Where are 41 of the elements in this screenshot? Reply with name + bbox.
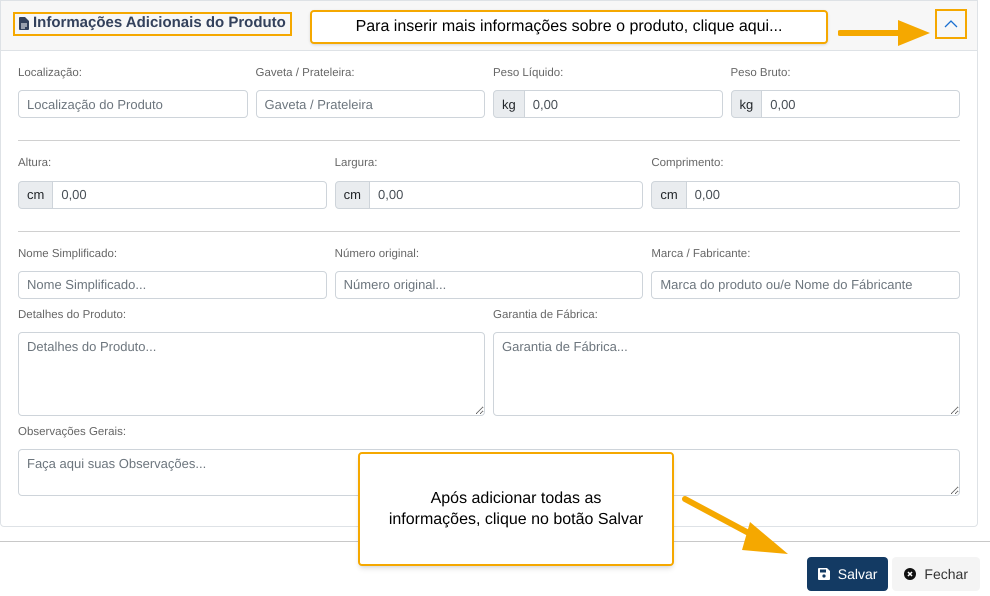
close-icon: [904, 568, 916, 580]
text-field[interactable]: Gaveta / Prateleira: [256, 90, 485, 118]
text-field[interactable]: Localização do Produto: [18, 90, 248, 118]
text-field[interactable]: Número original...: [334, 270, 644, 299]
unit-label: cm: [334, 180, 370, 208]
field-label: Detalhes do Produto:: [18, 308, 128, 323]
number-field[interactable]: 0,00: [524, 90, 722, 118]
callout: Após adicionar todas as informações, clique no botão Salvar: [358, 452, 674, 566]
unit-label: cm: [18, 180, 54, 208]
field-label: Garantia de Fábrica:: [493, 308, 599, 323]
number-field[interactable]: 0,00: [53, 180, 327, 208]
text-field[interactable]: Marca do produto ou/e Nome do Fábricante: [651, 270, 960, 299]
field-label: Nome Simplificado:: [18, 246, 118, 262]
field-label: Comprimento:: [651, 156, 725, 172]
field-label: Marca / Fabricante:: [651, 246, 752, 262]
document-icon: [19, 17, 29, 30]
field-label: Localização:: [18, 66, 83, 81]
unit-label: kg: [730, 90, 762, 118]
unit-label: kg: [493, 90, 525, 118]
textarea-field[interactable]: Garantia de Fábrica...: [493, 332, 960, 416]
number-field[interactable]: 0,00: [762, 90, 960, 118]
text-field[interactable]: Nome Simplificado...: [18, 270, 327, 299]
number-field[interactable]: 0,00: [686, 180, 960, 208]
close-button[interactable]: Fechar: [892, 557, 980, 592]
field-label: Largura:: [334, 156, 378, 172]
field-label: Gaveta / Prateleira:: [256, 66, 356, 81]
arrow-icon: [838, 18, 930, 48]
collapse-button[interactable]: [935, 8, 967, 38]
arrow-icon: [680, 494, 790, 556]
unit-label: cm: [651, 180, 687, 208]
field-label: Altura:: [18, 156, 52, 172]
field-label: Peso Bruto:: [730, 66, 792, 81]
field-label: Observações Gerais:: [18, 425, 128, 440]
textarea-field[interactable]: Detalhes do Produto...: [18, 332, 485, 416]
number-field[interactable]: 0,00: [370, 180, 644, 208]
chevron-icon: [944, 20, 958, 28]
save-button[interactable]: Salvar: [806, 557, 888, 592]
callout: Para inserir mais informações sobre o produto, clique aqui...: [310, 10, 828, 44]
field-label: Peso Líquido:: [493, 66, 564, 81]
field-label: Número original:: [334, 246, 420, 262]
title-text: Informações Adicionais do Produto: [33, 13, 286, 34]
